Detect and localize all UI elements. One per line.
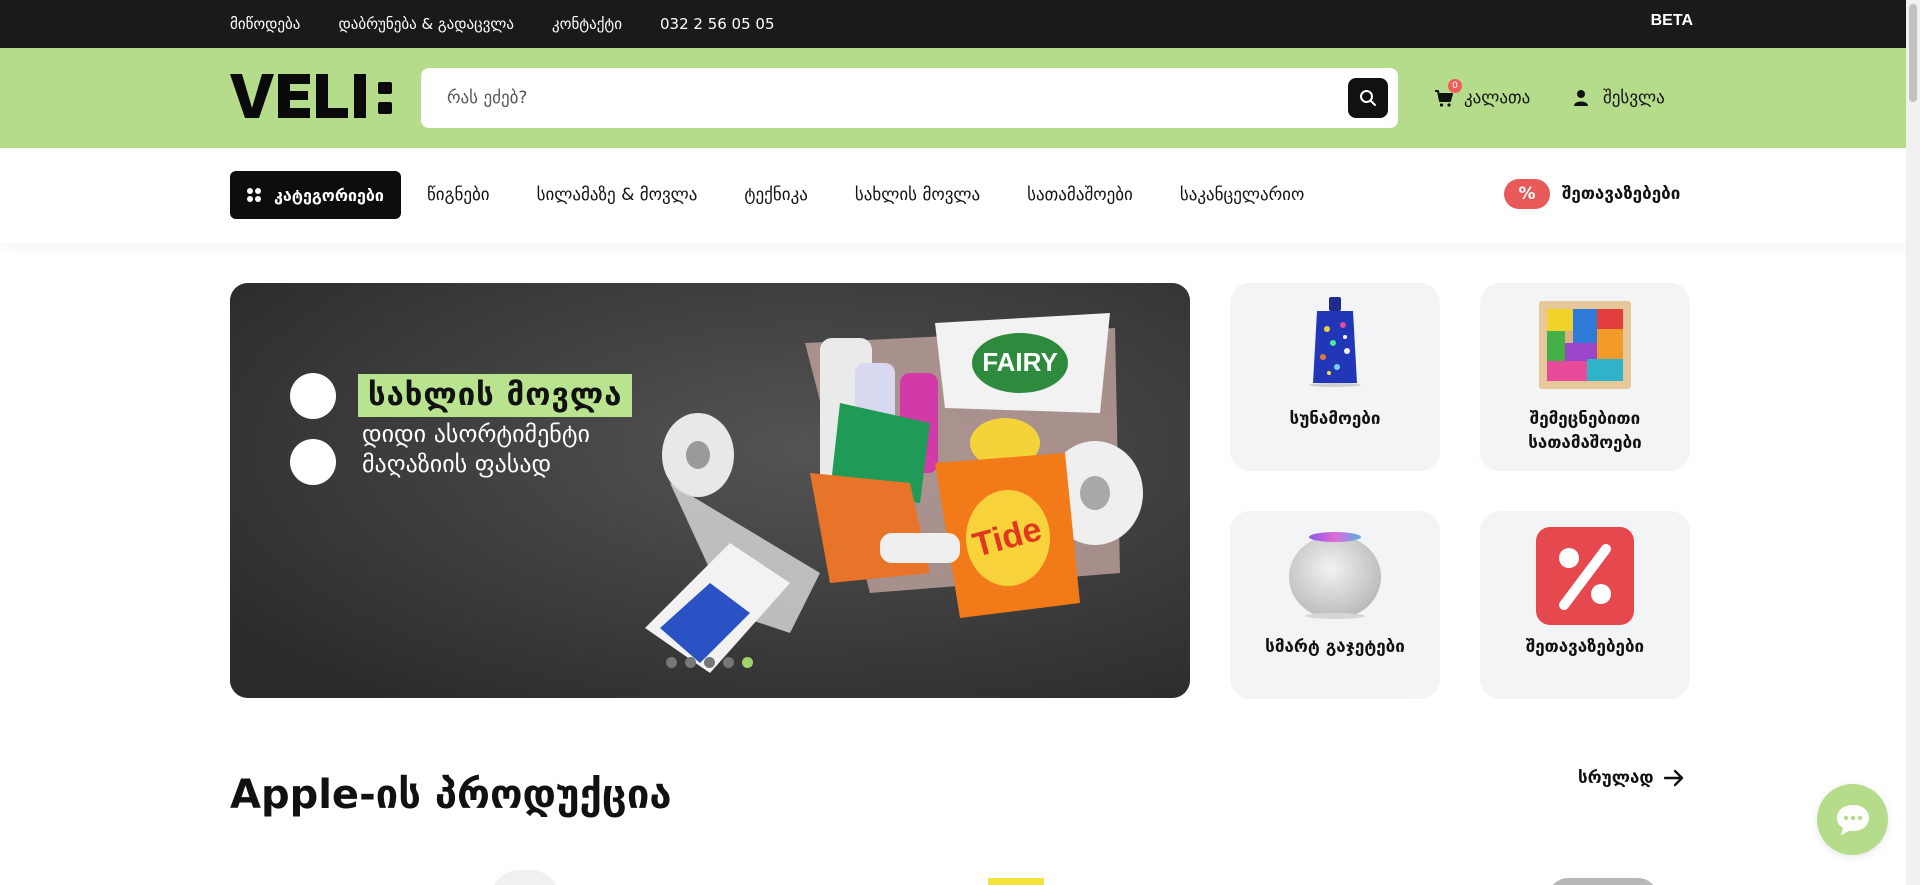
login-button[interactable]: შესვლა [1573, 84, 1665, 112]
smart-speaker-icon [1289, 532, 1381, 619]
top-bar: მიწოდება დაბრუნება & გადაცვლა კონტაქტი 0… [0, 0, 1920, 48]
chat-icon [1836, 804, 1869, 835]
offers-label: შეთავაზებები [1562, 184, 1681, 204]
header: 0 კალათა შესვლა [0, 48, 1920, 148]
carousel-dots [666, 657, 753, 668]
perfume-bottle-icon [1309, 297, 1361, 387]
search-input[interactable] [447, 68, 1327, 128]
nav-link-tech[interactable]: ტექნიკა [744, 185, 807, 205]
puzzle-icon [1539, 301, 1631, 389]
nav-link-stationery[interactable]: საკანცელარიო [1180, 185, 1304, 205]
carousel-dot[interactable] [723, 657, 734, 668]
login-label: შესვლა [1603, 88, 1665, 108]
see-all-label: სრულად [1578, 768, 1654, 788]
top-links: მიწოდება დაბრუნება & გადაცვლა კონტაქტი 0… [230, 0, 775, 48]
category-card-puzzles[interactable]: შემეცნებითი სათამაშოები [1480, 283, 1690, 471]
category-card-offers[interactable]: შეთავაზებები [1480, 511, 1690, 699]
nav-link-beauty[interactable]: სილამაზე & მოვლა [537, 185, 698, 205]
chat-button[interactable] [1817, 784, 1888, 855]
banner-circle-decoration [290, 373, 336, 419]
svg-text:FAIRY: FAIRY [982, 347, 1058, 377]
percent-icon [1536, 527, 1634, 625]
categories-button[interactable]: კატეგორიები [230, 171, 401, 219]
cart-label: კალათა [1464, 88, 1531, 108]
user-icon [1574, 90, 1588, 106]
nav-links: წიგნები სილამაზე & მოვლა ტექნიკა სახლის … [427, 171, 1304, 219]
hero-banner[interactable]: FAIRY Tide სახლის მოვლა დიდი ასორტიმენტი… [230, 283, 1190, 698]
carousel-dot[interactable] [685, 657, 696, 668]
nav-link-toys[interactable]: სათამაშოები [1027, 185, 1133, 205]
top-link-phone[interactable]: 032 2 56 05 05 [660, 15, 775, 33]
percent-icon: % [1504, 179, 1550, 209]
banner-title: სახლის მოვლა [358, 374, 633, 417]
nav-link-home-care[interactable]: სახლის მოვლა [855, 185, 980, 205]
product-image-peek [490, 870, 560, 885]
top-link-delivery[interactable]: მიწოდება [230, 15, 300, 33]
cart-icon-wrap: 0 [1434, 79, 1462, 108]
cart-button[interactable]: 0 კალათა [1434, 79, 1531, 112]
categories-label: კატეგორიები [274, 185, 384, 205]
page-scrollbar[interactable] [1906, 0, 1920, 885]
carousel-dot[interactable] [704, 657, 715, 668]
offers-link[interactable]: % შეთავაზებები [1504, 178, 1680, 210]
scrollbar-thumb[interactable] [1909, 4, 1917, 102]
search-icon [1360, 90, 1376, 106]
grid-icon [247, 188, 261, 202]
cart-count-badge: 0 [1448, 79, 1462, 93]
category-card-label: შეთავაზებები [1525, 637, 1645, 657]
veli-logo-icon [230, 74, 392, 118]
banner-image: FAIRY Tide [230, 283, 1190, 698]
top-link-contact[interactable]: კონტაქტი [552, 15, 622, 33]
see-all-link[interactable]: სრულად [1578, 768, 1684, 788]
top-link-returns[interactable]: დაბრუნება & გადაცვლა [338, 15, 514, 33]
logo[interactable] [230, 68, 406, 124]
category-card-smart-gadgets[interactable]: სმარტ გაჯეტები [1230, 511, 1440, 699]
search-box [421, 68, 1398, 128]
category-card-perfume[interactable]: სუნამოები [1230, 283, 1440, 471]
carousel-dot[interactable] [666, 657, 677, 668]
category-nav: კატეგორიები წიგნები სილამაზე & მოვლა ტექ… [0, 148, 1920, 243]
product-image-peek [1548, 878, 1658, 885]
arrow-right-icon [1663, 769, 1683, 787]
category-card-label: სუნამოები [1289, 409, 1381, 429]
section-title: Apple-ის პროდუქცია [230, 772, 672, 818]
category-card-label: სმარტ გაჯეტები [1265, 637, 1405, 657]
beta-badge: BETA [1650, 12, 1693, 29]
carousel-dot-active[interactable] [742, 657, 753, 668]
nav-link-books[interactable]: წიგნები [427, 185, 490, 205]
search-button[interactable] [1348, 78, 1388, 118]
banner-circle-decoration [290, 439, 336, 485]
banner-subtitle: დიდი ასორტიმენტი მაღაზიის ფასად [362, 420, 590, 478]
product-image-peek [988, 878, 1044, 885]
category-card-label: შემეცნებითი სათამაშოები [1528, 409, 1642, 453]
